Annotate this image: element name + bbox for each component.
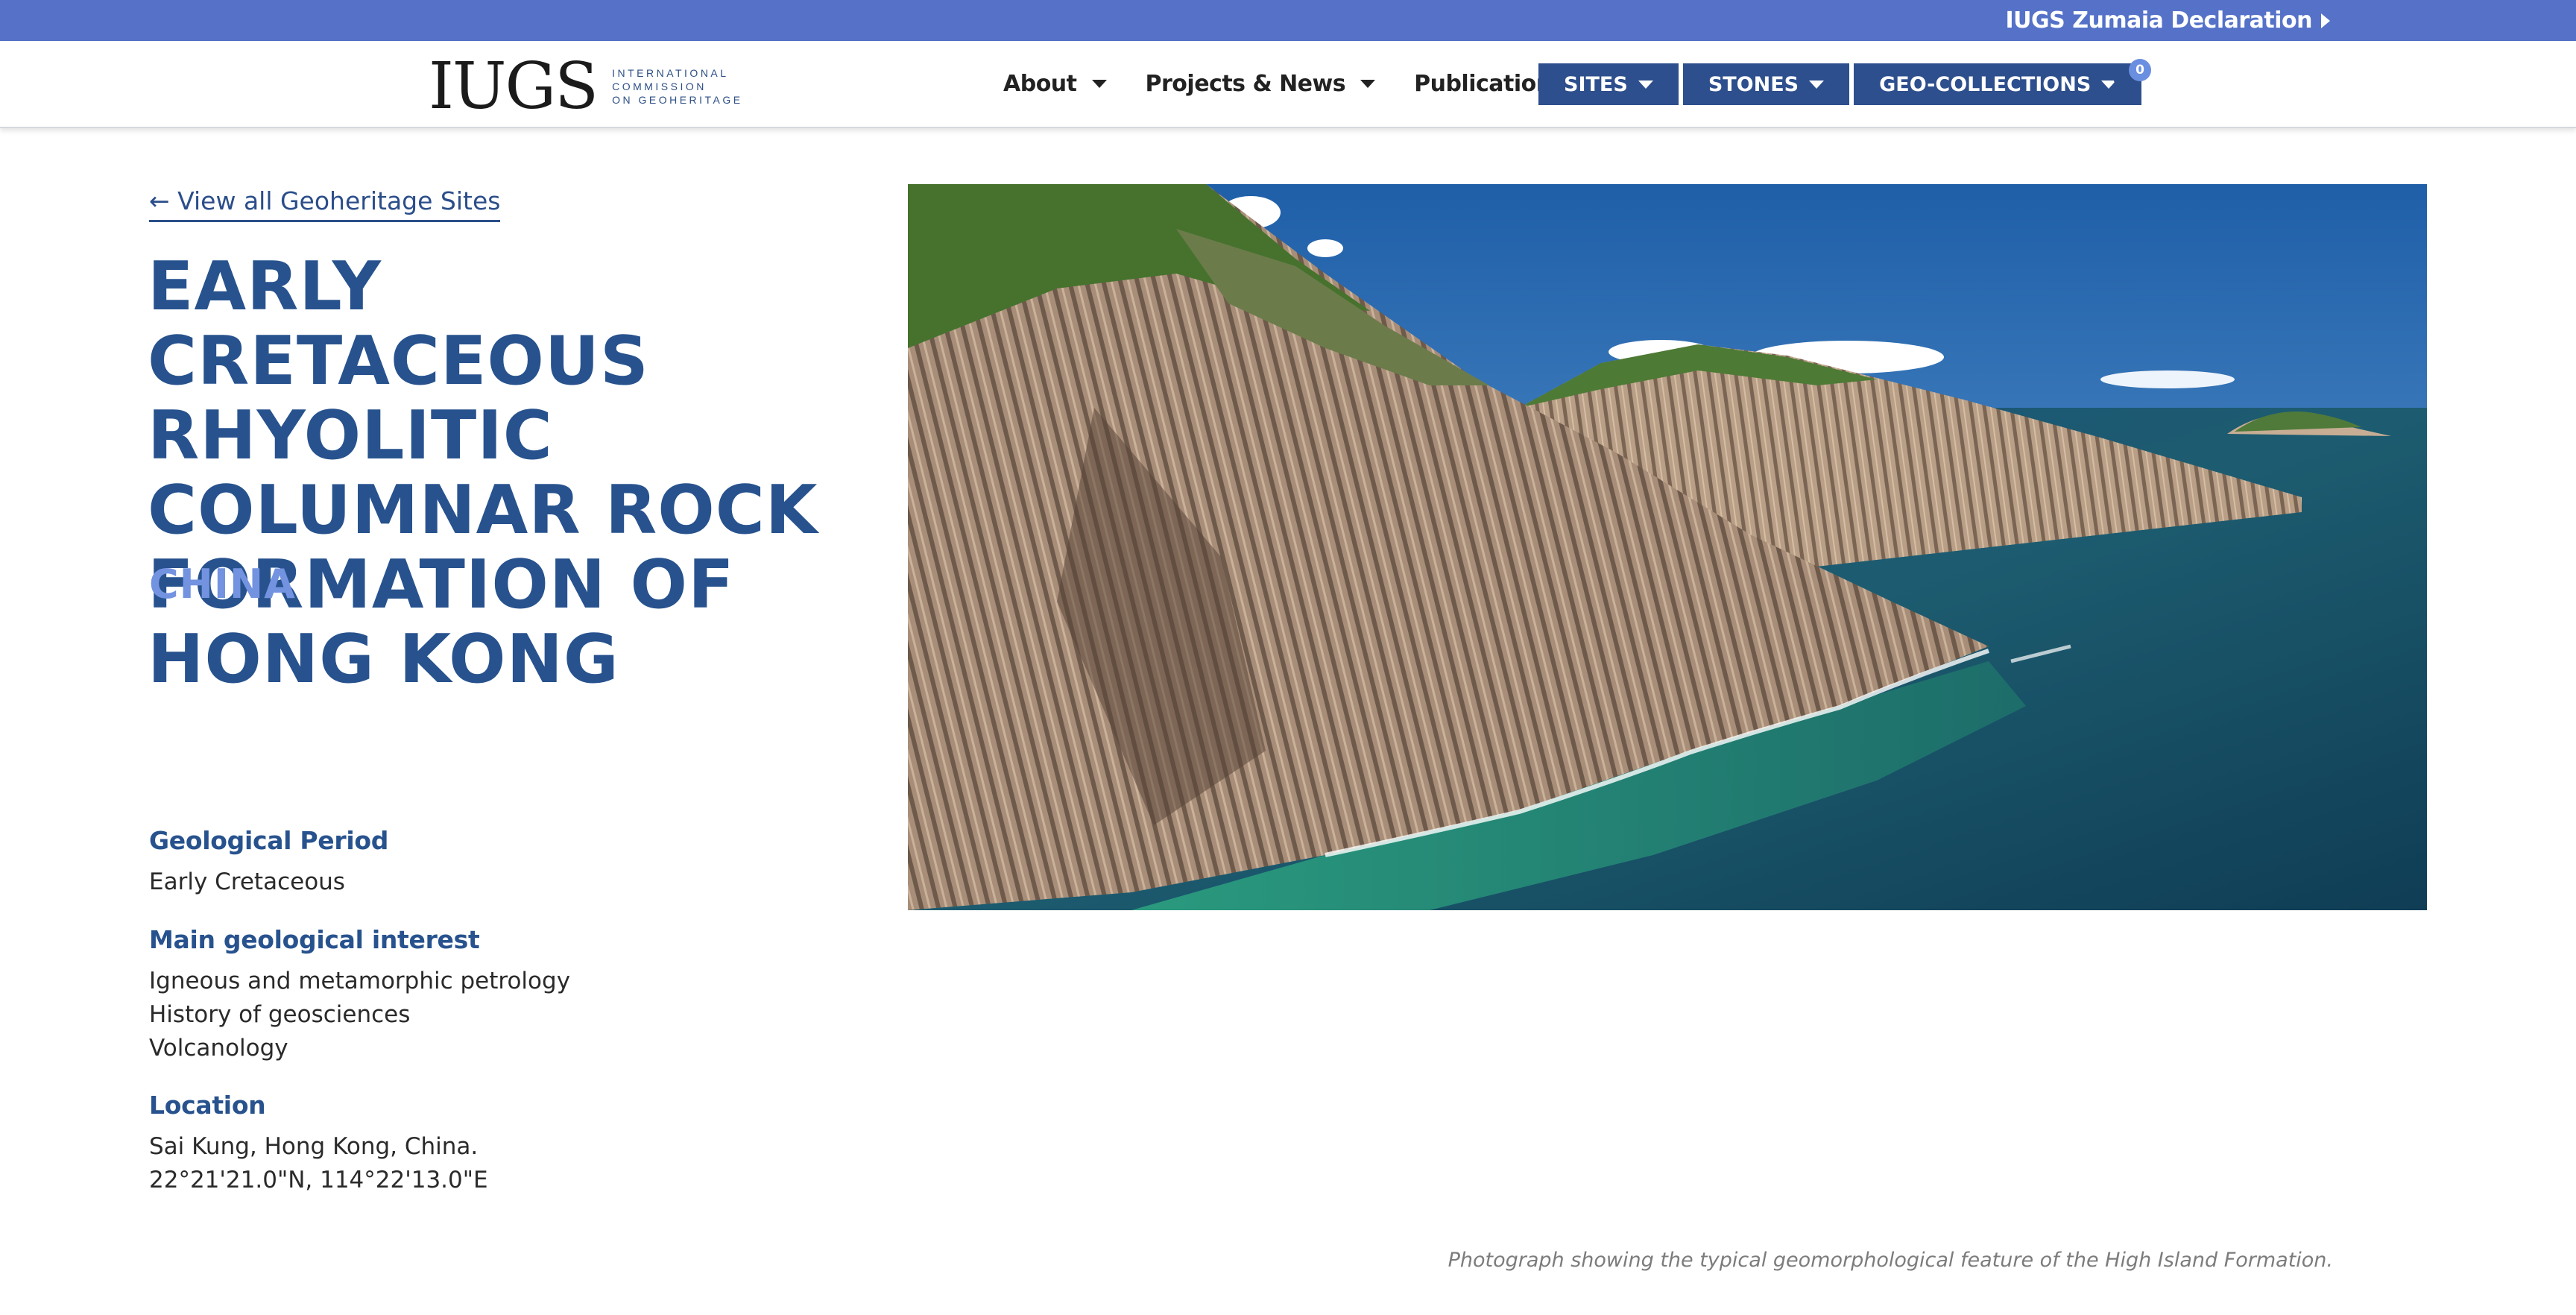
chevron-down-icon bbox=[1809, 80, 1825, 89]
site-header: IUGS INTERNATIONAL COMMISSION ON GEOHERI… bbox=[0, 41, 2576, 128]
collection-menu: SITES STONES GEO-COLLECTIONS bbox=[1538, 63, 2146, 105]
nav-projects-news[interactable]: Projects & News bbox=[1146, 71, 1376, 97]
info-value: Early Cretaceous bbox=[149, 868, 345, 895]
geo-collections-label: GEO-COLLECTIONS bbox=[1879, 72, 2092, 96]
info-value: Volcanology bbox=[149, 1035, 288, 1062]
image-caption: Photograph showing the typical geomorpho… bbox=[1448, 1249, 2333, 1272]
logo-subtitle-line: INTERNATIONAL bbox=[612, 66, 729, 79]
triangle-right-icon bbox=[2321, 13, 2330, 28]
cart-count-badge: 0 bbox=[2129, 59, 2151, 81]
nav-projects-news-label: Projects & News bbox=[1145, 71, 1346, 97]
announcement-bar: IUGS Zumaia Declaration bbox=[0, 0, 2576, 41]
site-photograph bbox=[908, 184, 2427, 910]
nav-about[interactable]: About bbox=[1003, 71, 1107, 97]
info-value: Igneous and metamorphic petrology bbox=[149, 968, 571, 994]
cart-button[interactable]: 0 bbox=[2106, 59, 2151, 104]
stones-label: STONES bbox=[1708, 72, 1799, 96]
photograph-illustration bbox=[908, 184, 2427, 910]
main-interest-section: Main geological interest Igneous and met… bbox=[149, 925, 820, 1065]
main-nav: About Projects & News Publications bbox=[1003, 71, 1603, 97]
info-value: Sai Kung, Hong Kong, China. bbox=[149, 1133, 479, 1160]
page-title: Early Cretaceous Rhyolitic Columnar Rock… bbox=[148, 247, 818, 699]
geological-period-section: Geological Period Early Cretaceous bbox=[149, 826, 820, 899]
sites-label: SITES bbox=[1564, 72, 1628, 96]
logo-subtitle: INTERNATIONAL COMMISSION ON GEOHERITAGE bbox=[612, 66, 743, 107]
logo-mark: IUGS bbox=[429, 49, 599, 124]
chevron-down-icon bbox=[1091, 80, 1107, 88]
info-label: Location bbox=[149, 1091, 266, 1120]
chevron-down-icon bbox=[1638, 80, 1653, 89]
logo-subtitle-line: ON GEOHERITAGE bbox=[612, 94, 743, 107]
info-value: 22°21'21.0"N, 114°22'13.0"E bbox=[149, 1167, 488, 1193]
geo-collections-dropdown-button[interactable]: GEO-COLLECTIONS bbox=[1854, 63, 2142, 105]
zumaia-declaration-link[interactable]: IUGS Zumaia Declaration bbox=[2006, 0, 2330, 41]
logo-subtitle-line: COMMISSION bbox=[612, 80, 707, 92]
info-label: Geological Period bbox=[149, 826, 389, 855]
back-to-sites-link[interactable]: ← View all Geoheritage Sites bbox=[149, 186, 501, 222]
info-value: History of geosciences bbox=[149, 1001, 411, 1028]
chevron-down-icon bbox=[1360, 80, 1376, 88]
stones-dropdown-button[interactable]: STONES bbox=[1682, 63, 1850, 105]
sites-dropdown-button[interactable]: SITES bbox=[1538, 63, 1679, 105]
info-label: Main geological interest bbox=[149, 925, 480, 954]
country-label: CHINA bbox=[149, 561, 296, 608]
announcement-text: IUGS Zumaia Declaration bbox=[2005, 7, 2313, 34]
location-section: Location Sai Kung, Hong Kong, China. 22°… bbox=[149, 1091, 820, 1197]
nav-about-label: About bbox=[1003, 71, 1077, 97]
iugs-logo[interactable]: IUGS INTERNATIONAL COMMISSION ON GEOHERI… bbox=[429, 54, 743, 119]
